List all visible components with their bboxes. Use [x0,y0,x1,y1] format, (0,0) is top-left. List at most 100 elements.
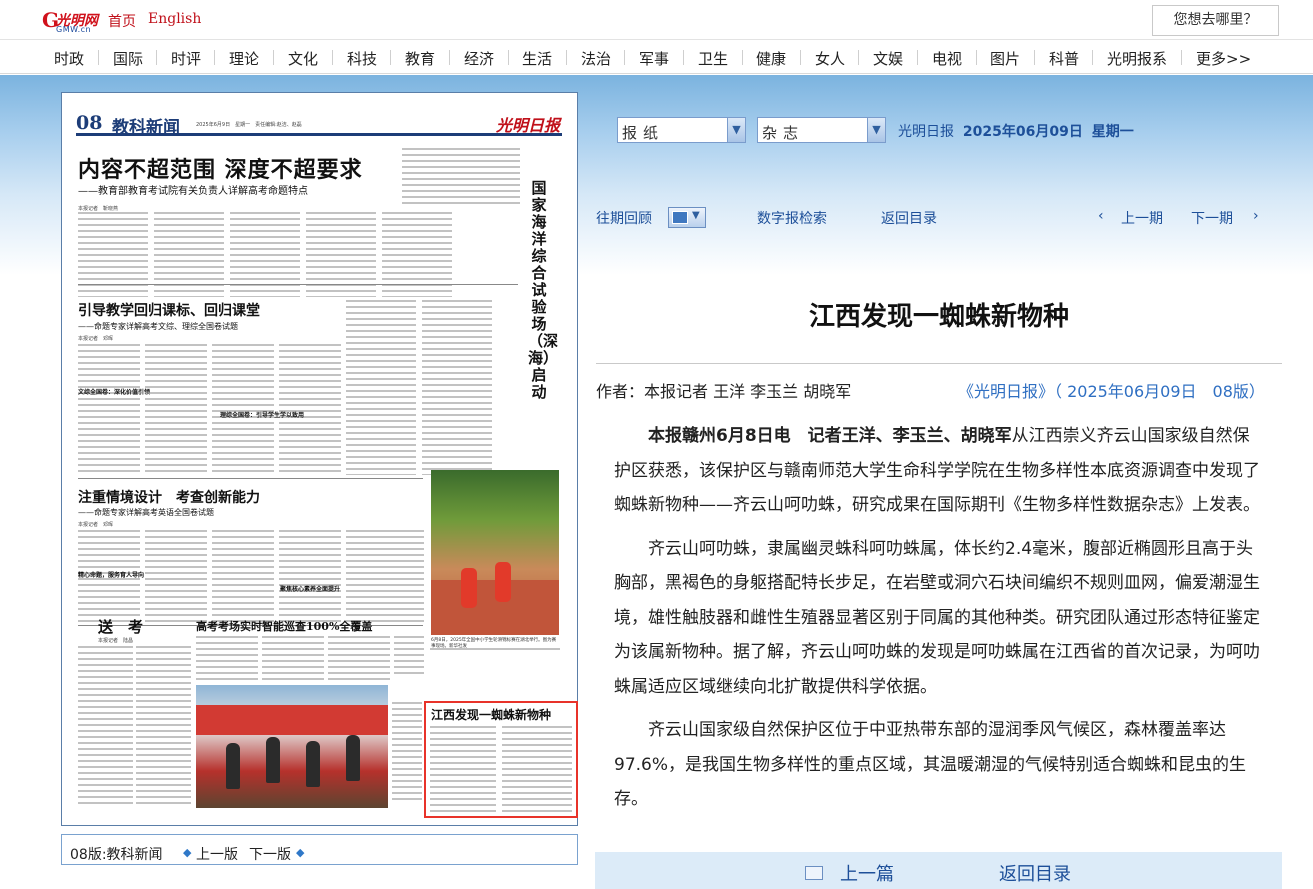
nav-item-jingji[interactable]: 经济 [464,48,494,69]
paper-text-block [394,636,424,676]
exam-sendoff-photo[interactable] [196,685,388,808]
paper-story-3-title[interactable]: 注重情境设计 考查创新能力 [78,487,260,507]
nav-item-dianshi[interactable]: 电视 [932,48,962,69]
chevron-down-icon: ▼ [867,118,885,142]
nav-item-shenghuo[interactable]: 生活 [522,48,552,69]
paper-text-block [346,300,416,475]
page-nav-bar: 08版:教科新闻 ◆ 上一版 下一版 ◆ [61,834,578,865]
paper-name-label: 光明日报 [898,124,954,140]
nav-item-guoji[interactable]: 国际 [113,48,143,69]
nav-item-shiping[interactable]: 时评 [171,48,201,69]
article-body: 本报赣州6月8日电 记者王洋、李玉兰、胡晓军从江西崇义齐云山国家级自然保护区获悉… [614,419,1264,826]
next-issue-link[interactable]: 下一期 [1191,208,1233,228]
top-bar: G 光明网 GMW.cn 首页 English 您想去哪里？ [0,0,1313,40]
paper-text-block [262,636,324,680]
back-to-index-link[interactable]: 返回目录 [881,208,937,228]
left-arrow-icon: ◆ [183,846,192,859]
right-arrow-icon: ◆ [296,846,305,859]
nav-item-nvren[interactable]: 女人 [815,48,845,69]
paper-page-meta: 2025年6月9日 星期一 责任编辑:赵洁、赵磊 [196,122,302,128]
logo-en: GMW.cn [56,25,92,34]
nav-item-more[interactable]: 更多>> [1196,48,1251,69]
prev-issue-link[interactable]: 上一期 [1121,208,1163,228]
paper-text-block [136,646,191,806]
issue-date: 2025年06月09日 [962,124,1083,140]
footer-back-link[interactable]: 返回目录 [999,860,1071,886]
paper-text-block [145,344,207,474]
nav-item-fazhi[interactable]: 法治 [581,48,611,69]
paper-text-block [145,530,207,622]
paper-story-2-title[interactable]: 引导教学回归课标、回归课堂 [78,300,260,320]
paper-vertical-headline[interactable]: 国家海洋综合试验场（深海）启动 [528,180,558,401]
paper-text-block [279,530,341,622]
magazine-select-value: 杂志 [762,124,805,142]
paper-headline[interactable]: 内容不超范围 深度不超要求 [78,152,363,184]
nav-item-tupian[interactable]: 图片 [990,48,1020,69]
paper-story-4-title[interactable]: 送 考 [98,616,143,637]
nav-item-shizheng[interactable]: 时政 [54,48,84,69]
paper-text-block [430,726,496,812]
paper-text-block [78,646,133,806]
digital-search-link[interactable]: 数字报检索 [757,208,827,228]
nav-item-lilun[interactable]: 理论 [229,48,259,69]
chevron-right-icon: › [1253,208,1259,224]
article-author: 作者：本报记者 王洋 李玉兰 胡晓军 [596,382,852,401]
paper-text-block [328,636,390,680]
paper-text-block [502,726,572,812]
paper-text-block [212,530,274,622]
skating-photo[interactable] [431,470,559,635]
paper-masthead: 08 教科新闻 2025年6月9日 星期一 责任编辑:赵洁、赵磊 光明日报 [76,112,562,138]
nav-item-weisheng[interactable]: 卫生 [698,48,728,69]
newspaper-select[interactable]: 报纸 ▼ [617,117,746,143]
paper-text-block [212,344,274,474]
article-paragraph: 本报赣州6月8日电 记者王洋、李玉兰、胡晓军从江西崇义齐云山国家级自然保护区获悉… [614,419,1264,523]
paper-story-3-byline: 本报记者 邓晖 [78,522,114,528]
paper-story-3-subtitle: ——命题专家详解高考英语全国卷试题 [78,508,214,517]
paper-text-block [392,702,422,802]
nav-item-keji[interactable]: 科技 [347,48,377,69]
paper-logo: 光明日报 [495,116,560,135]
paper-subhead-d: 聚焦核心素养全面提升 [280,586,341,593]
site-logo[interactable]: G 光明网 GMW.cn [42,9,100,34]
paper-subhead-c: 精心命题，服务育人导向 [78,572,145,579]
paper-subhead-a: 文综全国卷：深化价值引领 [78,389,151,396]
paper-text-block [196,636,258,680]
nav-item-guangming-baoxi[interactable]: 光明报系 [1107,48,1167,69]
prev-article-icon [805,866,823,880]
issue-date-line: 光明日报 2025年06月09日 星期一 [898,121,1134,141]
magazine-select[interactable]: 杂志 ▼ [757,117,886,143]
nav-item-wenyu[interactable]: 文娱 [873,48,903,69]
paper-divider [78,478,423,479]
nav-item-kepu[interactable]: 科普 [1049,48,1079,69]
nav-item-jiaoyu[interactable]: 教育 [405,48,435,69]
nav-item-jiankang[interactable]: 健康 [756,48,786,69]
paper-story-4-byline: 本报记者 陆昌 [98,638,134,644]
history-link[interactable]: 往期回顾 [596,208,652,228]
chevron-down-icon: ▼ [727,118,745,142]
prev-article-link[interactable]: 上一篇 [840,860,894,886]
paper-page-name: 教科新闻 [112,118,180,138]
paper-text-block [402,148,520,208]
article-title: 江西发现一蜘蛛新物种 [808,302,1069,332]
where-to-go-button[interactable]: 您想去哪里？ [1152,5,1279,36]
nav-item-junshi[interactable]: 军事 [639,48,669,69]
prev-page-link[interactable]: 上一版 [196,844,238,864]
next-page-link[interactable]: 下一版 [249,844,291,864]
paper-story-2-subtitle: ——命题专家详解高考文综、理综全国卷试题 [78,322,238,331]
paper-text-block [346,530,424,622]
calendar-icon[interactable]: ▼ [668,207,706,228]
article-lead: 本报赣州6月8日电 记者王洋、李玉兰、胡晓军 [648,426,1012,446]
paper-text-block [78,344,140,474]
article-paragraph: 齐云山呵叻蛛，隶属幽灵蛛科呵叻蛛属，体长约2.4毫米，腹部近椭圆形且高于头胸部，… [614,538,1260,697]
paper-page-number: 08 [76,112,103,134]
paper-byline: 本报记者 靳晓燕 [78,206,119,212]
current-page-label: 08版:教科新闻 [70,847,163,863]
paper-story-5-title[interactable]: 高考考场实时智能巡查100%全覆盖 [196,618,372,634]
paper-text-block [422,300,492,475]
nav-item-wenhua[interactable]: 文化 [288,48,318,69]
paper-subhead: ——教育部教育考试院有关负责人详解高考命题特点 [78,186,308,197]
article-divider [596,363,1282,364]
english-link[interactable]: English [148,11,201,27]
article-source: 《光明日报》（ 2025年06月09日 08版） [958,382,1265,401]
home-link[interactable]: 首页 [108,11,136,31]
